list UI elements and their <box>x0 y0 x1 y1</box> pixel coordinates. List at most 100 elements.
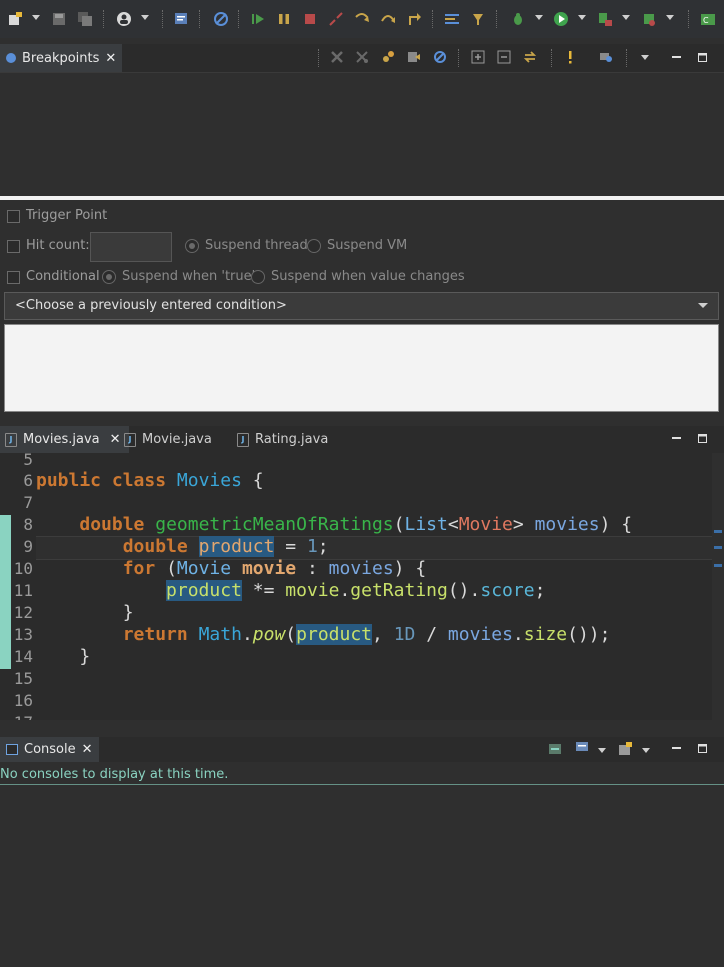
line-number: 11 <box>13 581 33 600</box>
minimize-icon[interactable] <box>672 434 681 443</box>
skip-all-breakpoints-icon[interactable] <box>433 50 447 64</box>
line-number: 17 <box>11 713 33 720</box>
run-dropdown-arrow[interactable] <box>578 15 586 20</box>
external-tools-dropdown-arrow[interactable] <box>666 15 674 20</box>
add-java-exception-breakpoint-icon[interactable] <box>563 50 577 64</box>
overview-ruler[interactable] <box>712 453 724 720</box>
show-supported-breakpoints-icon[interactable] <box>381 50 395 64</box>
code-token: ( <box>166 558 177 579</box>
close-icon[interactable]: ✕ <box>105 51 116 66</box>
editor-tab-bar: J Movies.java ✕ J Movie.java J Rating.ja… <box>0 426 724 453</box>
new-icon[interactable] <box>7 11 23 27</box>
drop-to-frame-icon[interactable] <box>444 11 460 27</box>
java-code-editor[interactable]: 5 6 7 8 9 10 11 12 13 14 15 16 17 public… <box>0 453 712 720</box>
suspend-icon[interactable] <box>276 11 292 27</box>
collapse-all-icon[interactable] <box>497 50 511 64</box>
console-tab-label: Console <box>24 742 76 757</box>
maximize-icon[interactable] <box>698 53 707 62</box>
debug-dropdown-arrow[interactable] <box>535 15 543 20</box>
tab-movie-java[interactable]: J Movie.java <box>124 426 212 453</box>
close-icon[interactable]: ✕ <box>110 432 121 447</box>
code-line-8: double geometricMeanOfRatings(List<Movie… <box>36 514 632 536</box>
new-dropdown-arrow[interactable] <box>32 15 40 20</box>
code-token: for <box>122 558 156 579</box>
step-into-icon[interactable] <box>354 11 370 27</box>
console-dropdown-arrow[interactable] <box>598 748 606 753</box>
trigger-point-checkbox[interactable] <box>7 210 20 223</box>
coverage-dropdown-arrow[interactable] <box>622 15 630 20</box>
main-toolbar: C <box>0 0 724 38</box>
code-token: . <box>512 624 524 645</box>
code-token: ; <box>534 580 546 601</box>
code-line-11: product *= movie.getRating().score; <box>36 580 545 602</box>
code-token: Movie <box>176 558 232 579</box>
coverage-icon[interactable] <box>597 11 613 27</box>
console-output-area[interactable]: No consoles to display at this time. <box>0 762 724 967</box>
expand-all-icon[interactable] <box>471 50 485 64</box>
breakpoints-list[interactable] <box>0 73 724 196</box>
breakpoints-icon <box>6 53 16 63</box>
step-over-icon[interactable] <box>380 11 396 27</box>
code-token: geometricMeanOfRatings <box>155 514 394 535</box>
external-tools-icon[interactable] <box>641 11 657 27</box>
code-token: 1D <box>393 624 416 645</box>
toolbar-separator <box>103 10 105 28</box>
skip-breakpoints-icon[interactable] <box>213 11 229 27</box>
close-icon[interactable]: ✕ <box>82 742 93 757</box>
breakpoint-types-icon[interactable] <box>599 50 613 64</box>
debug-icon[interactable] <box>510 11 526 27</box>
disconnect-icon[interactable] <box>328 11 344 27</box>
save-icon[interactable] <box>51 11 67 27</box>
tab-label: Rating.java <box>255 432 329 447</box>
suspend-thread-label: Suspend thread <box>205 238 308 253</box>
suspend-thread-radio[interactable] <box>185 239 199 253</box>
suspend-vm-radio[interactable] <box>307 239 321 253</box>
view-menu-icon[interactable] <box>641 55 649 60</box>
tab-movies-java[interactable]: J Movies.java ✕ <box>0 426 129 453</box>
use-step-filters-icon[interactable] <box>470 11 486 27</box>
toolbar-separator <box>238 10 240 28</box>
tab-breakpoints[interactable]: Breakpoints ✕ <box>0 44 123 72</box>
remove-breakpoint-icon[interactable] <box>330 50 344 64</box>
resume-icon[interactable] <box>250 11 266 27</box>
open-console-dropdown-arrow[interactable] <box>642 748 650 753</box>
maximize-icon[interactable] <box>698 744 707 753</box>
tab-console[interactable]: Console ✕ <box>0 737 99 762</box>
toolbar-separator <box>162 10 164 28</box>
maximize-icon[interactable] <box>698 434 707 443</box>
hit-count-checkbox[interactable] <box>7 240 20 253</box>
pin-console-icon[interactable] <box>575 740 589 754</box>
code-token: 1 <box>306 536 318 557</box>
go-to-file-icon[interactable] <box>407 50 421 64</box>
toolbar-separator <box>688 10 690 28</box>
step-return-icon[interactable] <box>406 11 422 27</box>
occurrence-marker[interactable] <box>714 564 722 567</box>
code-token: Movie <box>458 514 513 535</box>
console-icon[interactable] <box>173 11 189 27</box>
save-all-icon[interactable] <box>77 11 93 27</box>
display-selected-console-icon[interactable] <box>548 742 562 756</box>
suspend-when-true-radio[interactable] <box>102 270 116 284</box>
open-console-icon[interactable] <box>618 742 632 756</box>
occurrence-marker[interactable] <box>714 530 722 533</box>
hit-count-input[interactable] <box>90 232 172 262</box>
run-icon[interactable] <box>553 11 569 27</box>
condition-history-combo[interactable]: <Choose a previously entered condition> <box>4 292 719 320</box>
code-token: double <box>79 514 145 535</box>
minimize-icon[interactable] <box>672 53 681 62</box>
code-token-highlighted: product <box>296 624 372 645</box>
remove-all-breakpoints-icon[interactable] <box>355 50 369 64</box>
terminate-icon[interactable] <box>302 11 318 27</box>
link-with-debug-view-icon[interactable] <box>523 50 537 64</box>
occurrence-marker[interactable] <box>714 546 722 549</box>
suspend-when-changes-label: Suspend when value changes <box>271 269 465 284</box>
suspend-when-changes-radio[interactable] <box>251 270 265 284</box>
minimize-icon[interactable] <box>672 744 681 753</box>
conditional-checkbox[interactable] <box>7 271 20 284</box>
condition-text-area[interactable] <box>4 324 719 412</box>
tab-rating-java[interactable]: J Rating.java <box>237 426 328 453</box>
profile-dropdown-arrow[interactable] <box>141 15 149 20</box>
code-token: size <box>523 624 568 645</box>
perspective-icon[interactable]: C <box>700 11 716 27</box>
profile-icon[interactable] <box>116 11 132 27</box>
